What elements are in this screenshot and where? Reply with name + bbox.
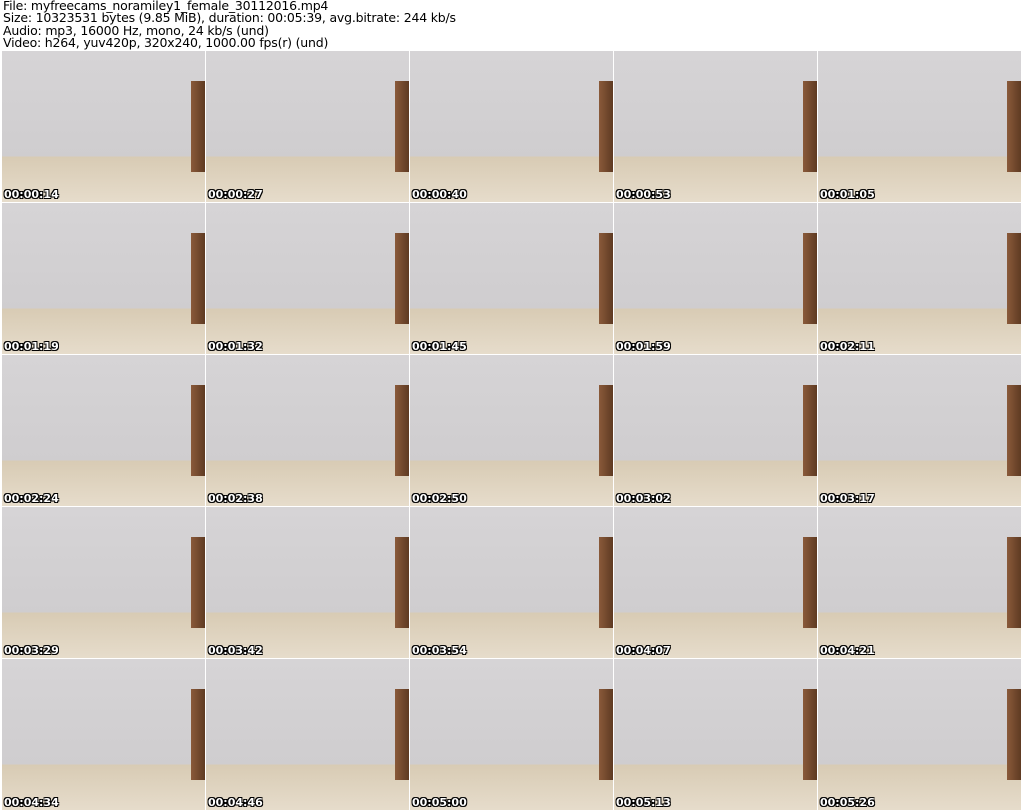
thumbnail-timestamp: 00:04:21 <box>820 644 875 657</box>
thumbnail-background <box>395 537 409 628</box>
thumbnail-timestamp: 00:04:46 <box>208 796 263 809</box>
video-thumbnail: 00:03:42 <box>206 507 409 658</box>
thumbnail-timestamp: 00:03:54 <box>412 644 467 657</box>
thumbnail-background <box>191 689 205 780</box>
thumbnail-background <box>803 81 817 172</box>
thumbnail-background <box>803 689 817 780</box>
thumbnail-background <box>803 385 817 476</box>
file-info-header: File: myfreecams_noramiley1_female_30112… <box>3 0 456 49</box>
video-thumbnail: 00:03:54 <box>410 507 613 658</box>
thumbnail-background <box>1007 385 1021 476</box>
video-thumbnail: 00:05:26 <box>818 659 1021 810</box>
thumbnail-background <box>599 385 613 476</box>
video-thumbnail: 00:04:21 <box>818 507 1021 658</box>
video-thumbnail: 00:02:11 <box>818 203 1021 354</box>
thumbnail-timestamp: 00:03:29 <box>4 644 59 657</box>
thumbnail-timestamp: 00:01:05 <box>820 188 875 201</box>
thumbnail-background <box>1007 537 1021 628</box>
thumbnail-timestamp: 00:01:19 <box>4 340 59 353</box>
thumbnail-background <box>191 385 205 476</box>
thumbnail-background <box>1007 81 1021 172</box>
video-info: Video: h264, yuv420p, 320x240, 1000.00 f… <box>3 34 329 50</box>
video-thumbnail: 00:04:07 <box>614 507 817 658</box>
video-thumbnail: 00:00:53 <box>614 51 817 202</box>
thumbnail-timestamp: 00:00:27 <box>208 188 263 201</box>
thumbnail-timestamp: 00:01:59 <box>616 340 671 353</box>
video-thumbnail: 00:01:32 <box>206 203 409 354</box>
video-thumbnail: 00:01:59 <box>614 203 817 354</box>
thumbnail-background <box>803 233 817 324</box>
video-thumbnail: 00:00:40 <box>410 51 613 202</box>
thumbnail-timestamp: 00:03:42 <box>208 644 263 657</box>
thumbnail-background <box>599 537 613 628</box>
thumbnail-background <box>191 81 205 172</box>
video-thumbnail: 00:03:17 <box>818 355 1021 506</box>
thumbnail-background <box>599 689 613 780</box>
thumbnail-background <box>395 689 409 780</box>
thumbnail-timestamp: 00:05:00 <box>412 796 467 809</box>
video-thumbnail: 00:03:02 <box>614 355 817 506</box>
video-thumbnail: 00:02:24 <box>2 355 205 506</box>
thumbnail-background <box>1007 233 1021 324</box>
video-thumbnail: 00:01:45 <box>410 203 613 354</box>
thumbnail-timestamp: 00:02:50 <box>412 492 467 505</box>
thumbnail-background <box>395 385 409 476</box>
video-thumbnail: 00:01:19 <box>2 203 205 354</box>
thumbnail-background <box>395 81 409 172</box>
thumbnail-background <box>395 233 409 324</box>
thumbnail-background <box>599 81 613 172</box>
video-thumbnail: 00:02:38 <box>206 355 409 506</box>
thumbnail-timestamp: 00:01:32 <box>208 340 263 353</box>
video-thumbnail: 00:02:50 <box>410 355 613 506</box>
thumbnail-timestamp: 00:02:24 <box>4 492 59 505</box>
thumbnail-timestamp: 00:01:45 <box>412 340 467 353</box>
thumbnail-timestamp: 00:00:14 <box>4 188 59 201</box>
thumbnail-background <box>191 233 205 324</box>
thumbnail-timestamp: 00:03:02 <box>616 492 671 505</box>
video-thumbnail: 00:00:27 <box>206 51 409 202</box>
video-thumbnail: 00:04:46 <box>206 659 409 810</box>
video-thumbnail: 00:04:34 <box>2 659 205 810</box>
thumbnail-timestamp: 00:05:13 <box>616 796 671 809</box>
thumbnail-grid: 00:00:14 00:00:27 00:00:40 00:00:53 00:01:05… <box>2 51 1021 810</box>
video-thumbnail: 00:03:29 <box>2 507 205 658</box>
thumbnail-timestamp: 00:04:34 <box>4 796 59 809</box>
thumbnail-background <box>803 537 817 628</box>
thumbnail-timestamp: 00:00:53 <box>616 188 671 201</box>
thumbnail-timestamp: 00:02:11 <box>820 340 875 353</box>
thumbnail-timestamp: 00:02:38 <box>208 492 263 505</box>
thumbnail-timestamp: 00:04:07 <box>616 644 671 657</box>
thumbnail-background <box>599 233 613 324</box>
thumbnail-timestamp: 00:03:17 <box>820 492 875 505</box>
thumbnail-background <box>191 537 205 628</box>
video-thumbnail: 00:05:00 <box>410 659 613 810</box>
video-thumbnail: 00:05:13 <box>614 659 817 810</box>
video-thumbnail: 00:01:05 <box>818 51 1021 202</box>
thumbnail-timestamp: 00:00:40 <box>412 188 467 201</box>
video-thumbnail: 00:00:14 <box>2 51 205 202</box>
thumbnail-timestamp: 00:05:26 <box>820 796 875 809</box>
thumbnail-background <box>1007 689 1021 780</box>
